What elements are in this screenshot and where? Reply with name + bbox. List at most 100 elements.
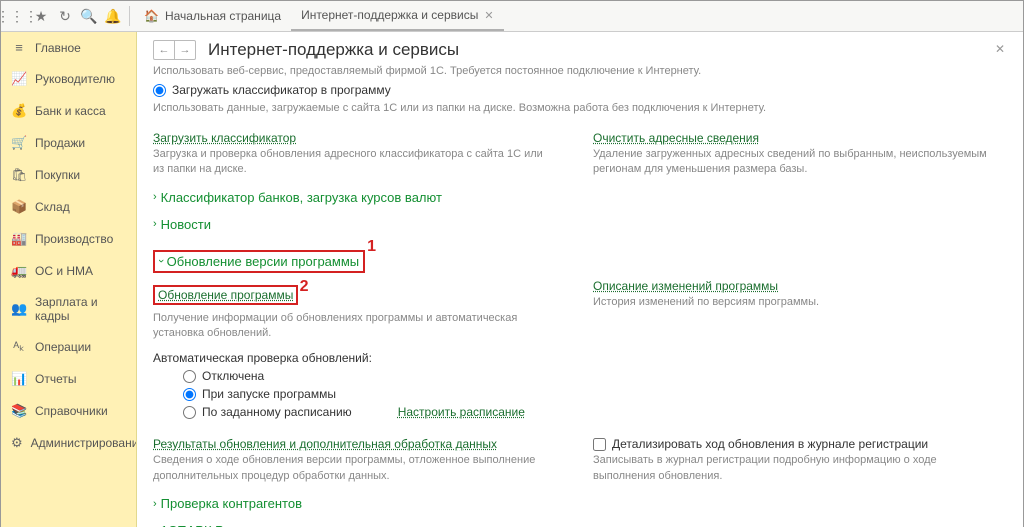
radio-on-start[interactable]: При запуске программы xyxy=(183,387,1007,401)
sidebar-label: Операции xyxy=(35,340,91,354)
radio-schedule[interactable]: По заданному расписанию xyxy=(183,405,352,419)
sidebar-icon: ⚙ xyxy=(11,435,23,451)
sidebar-item[interactable]: 👥 Зарплата и кадры xyxy=(1,287,136,331)
star-icon[interactable]: ★ xyxy=(29,4,53,28)
bell-icon[interactable]: 🔔 xyxy=(101,4,125,28)
load-classifier-desc: Загрузка и проверка обновления адресного… xyxy=(153,147,553,178)
sidebar-icon: 🛒 xyxy=(11,135,27,151)
sidebar-icon: 🛍 xyxy=(11,167,27,183)
detail-log-desc: Записывать в журнал регистрации подробну… xyxy=(593,453,993,484)
configure-schedule-link[interactable]: Настроить расписание xyxy=(398,405,525,419)
changes-desc-text: История изменений по версиям программы. xyxy=(593,295,993,310)
sidebar-item[interactable]: 🛒 Продажи xyxy=(1,127,136,159)
annotation-1: 1 xyxy=(367,238,376,256)
tab-home[interactable]: 🏠 Начальная страница xyxy=(134,2,291,30)
radio-label: Отключена xyxy=(202,369,264,383)
back-button[interactable]: ← xyxy=(154,41,175,59)
sidebar-icon: 📈 xyxy=(11,71,27,87)
expander-banks[interactable]: › Классификатор банков, загрузка курсов в… xyxy=(153,190,1007,205)
sidebar-label: Руководителю xyxy=(35,72,115,86)
sidebar: ≡Главное 📈 Руководителю 💰 Банк и касса 🛒 Прода… xyxy=(1,32,137,527)
radio-load-input[interactable] xyxy=(153,84,166,97)
radio-disabled-input[interactable] xyxy=(183,370,196,383)
separator xyxy=(129,6,130,26)
auto-check-label: Автоматическая проверка обновлений: xyxy=(153,351,1007,365)
radio-load-classifier[interactable]: Загружать классификатор в программу xyxy=(153,83,1007,97)
search-icon[interactable]: 🔍 xyxy=(77,4,101,28)
chevron-right-icon: › xyxy=(153,218,157,230)
sidebar-icon: 👥 xyxy=(11,301,27,317)
apps-icon[interactable]: ⋮⋮⋮ xyxy=(5,4,29,28)
radio-on-start-input[interactable] xyxy=(183,388,196,401)
exp-label: Классификатор банков, загрузка курсов ва… xyxy=(161,190,442,205)
tab-home-label: Начальная страница xyxy=(165,9,281,23)
detail-log-checkbox[interactable]: Детализировать ход обновления в журнале … xyxy=(593,437,993,451)
radio-label: При запуске программы xyxy=(202,387,336,401)
sidebar-icon: 📊 xyxy=(11,371,27,387)
sidebar-item[interactable]: 📊Отчеты xyxy=(1,363,136,395)
changes-desc-link[interactable]: Описание изменений программы xyxy=(593,279,778,293)
sidebar-item[interactable]: ⚙ Администрирование xyxy=(1,427,136,459)
clear-address-link[interactable]: Очистить адресные сведения xyxy=(593,131,759,145)
expander-news[interactable]: › Новости xyxy=(153,217,1007,232)
chevron-right-icon: › xyxy=(153,191,157,203)
annotation-2: 2 xyxy=(300,278,309,295)
close-tab-icon[interactable]: ✕ xyxy=(484,9,493,22)
sidebar-icon: 🚛 xyxy=(11,263,27,279)
forward-button[interactable]: → xyxy=(175,41,195,59)
top-toolbar: ⋮⋮⋮ ★ ↻ 🔍 🔔 🏠 Начальная страница Интерне… xyxy=(1,1,1023,32)
update-results-desc: Сведения о ходе обновления версии програ… xyxy=(153,453,553,484)
sidebar-label: ОС и НМА xyxy=(35,264,93,278)
radio-disabled[interactable]: Отключена xyxy=(183,369,1007,383)
sidebar-item[interactable]: 💰 Банк и касса xyxy=(1,95,136,127)
detail-log-input[interactable] xyxy=(593,438,606,451)
sidebar-item[interactable]: 📈 Руководителю xyxy=(1,63,136,95)
highlight-box-1: › Обновление версии программы xyxy=(153,250,365,273)
update-program-desc: Получение информации об обновлениях прог… xyxy=(153,311,553,342)
page-title: Интернет-поддержка и сервисы xyxy=(208,40,459,60)
expander-spark[interactable]: ›1СПАРК Риски xyxy=(153,523,1007,527)
update-program-link[interactable]: Обновление программы xyxy=(158,288,293,302)
exp-label: Проверка контрагентов xyxy=(161,496,302,511)
sidebar-icon: 🏭 xyxy=(11,231,27,247)
sidebar-item[interactable]: 📦 Склад xyxy=(1,191,136,223)
load-classifier-link[interactable]: Загрузить классификатор xyxy=(153,131,296,145)
sidebar-icon: 💰 xyxy=(11,103,27,119)
highlight-box-2: Обновление программы xyxy=(153,285,298,305)
close-page-icon[interactable]: ✕ xyxy=(995,42,1005,56)
main-content: ✕ ← → Интернет-поддержка и сервисы Испол… xyxy=(137,32,1023,527)
sidebar-label: Администрирование xyxy=(31,436,137,450)
sidebar-item[interactable]: 🏭 Производство xyxy=(1,223,136,255)
update-results-link[interactable]: Результаты обновления и дополнительная о… xyxy=(153,437,497,451)
sidebar-label: Главное xyxy=(35,41,81,55)
sidebar-icon: 📚 xyxy=(11,403,27,419)
sidebar-icon: 📦 xyxy=(11,199,27,215)
chevron-right-icon: › xyxy=(153,498,157,510)
sidebar-label: Зарплата и кадры xyxy=(35,295,126,323)
checkbox-label: Детализировать ход обновления в журнале … xyxy=(612,437,928,451)
tab-services[interactable]: Интернет-поддержка и сервисы ✕ xyxy=(291,1,503,31)
expander-contragents[interactable]: › Проверка контрагентов xyxy=(153,496,1007,511)
sidebar-label: Производство xyxy=(35,232,113,246)
sidebar-label: Справочники xyxy=(35,404,108,418)
sidebar-label: Склад xyxy=(35,200,70,214)
tab-services-label: Интернет-поддержка и сервисы xyxy=(301,8,478,22)
radio-schedule-input[interactable] xyxy=(183,406,196,419)
sidebar-label: Банк и касса xyxy=(35,104,106,118)
nav-buttons: ← → xyxy=(153,40,196,60)
expander-update-version[interactable]: Обновление версии программы xyxy=(167,254,359,269)
clear-address-desc: Удаление загруженных адресных сведений п… xyxy=(593,147,993,178)
exp-label: Новости xyxy=(161,217,211,232)
sidebar-item[interactable]: ᴬₖОперации xyxy=(1,331,136,363)
sidebar-item[interactable]: 🛍 Покупки xyxy=(1,159,136,191)
sidebar-item[interactable]: 📚 Справочники xyxy=(1,395,136,427)
intro-text-2: Использовать данные, загружаемые с сайта… xyxy=(153,101,1007,116)
sidebar-item[interactable]: ≡Главное xyxy=(1,32,136,63)
chevron-down-icon: › xyxy=(155,259,167,263)
home-icon: 🏠 xyxy=(144,9,159,23)
intro-text-1: Использовать веб-сервис, предоставляемый… xyxy=(153,64,1007,79)
sidebar-label: Покупки xyxy=(35,168,80,182)
history-icon[interactable]: ↻ xyxy=(53,4,77,28)
sidebar-item[interactable]: 🚛 ОС и НМА xyxy=(1,255,136,287)
sidebar-label: Продажи xyxy=(35,136,85,150)
